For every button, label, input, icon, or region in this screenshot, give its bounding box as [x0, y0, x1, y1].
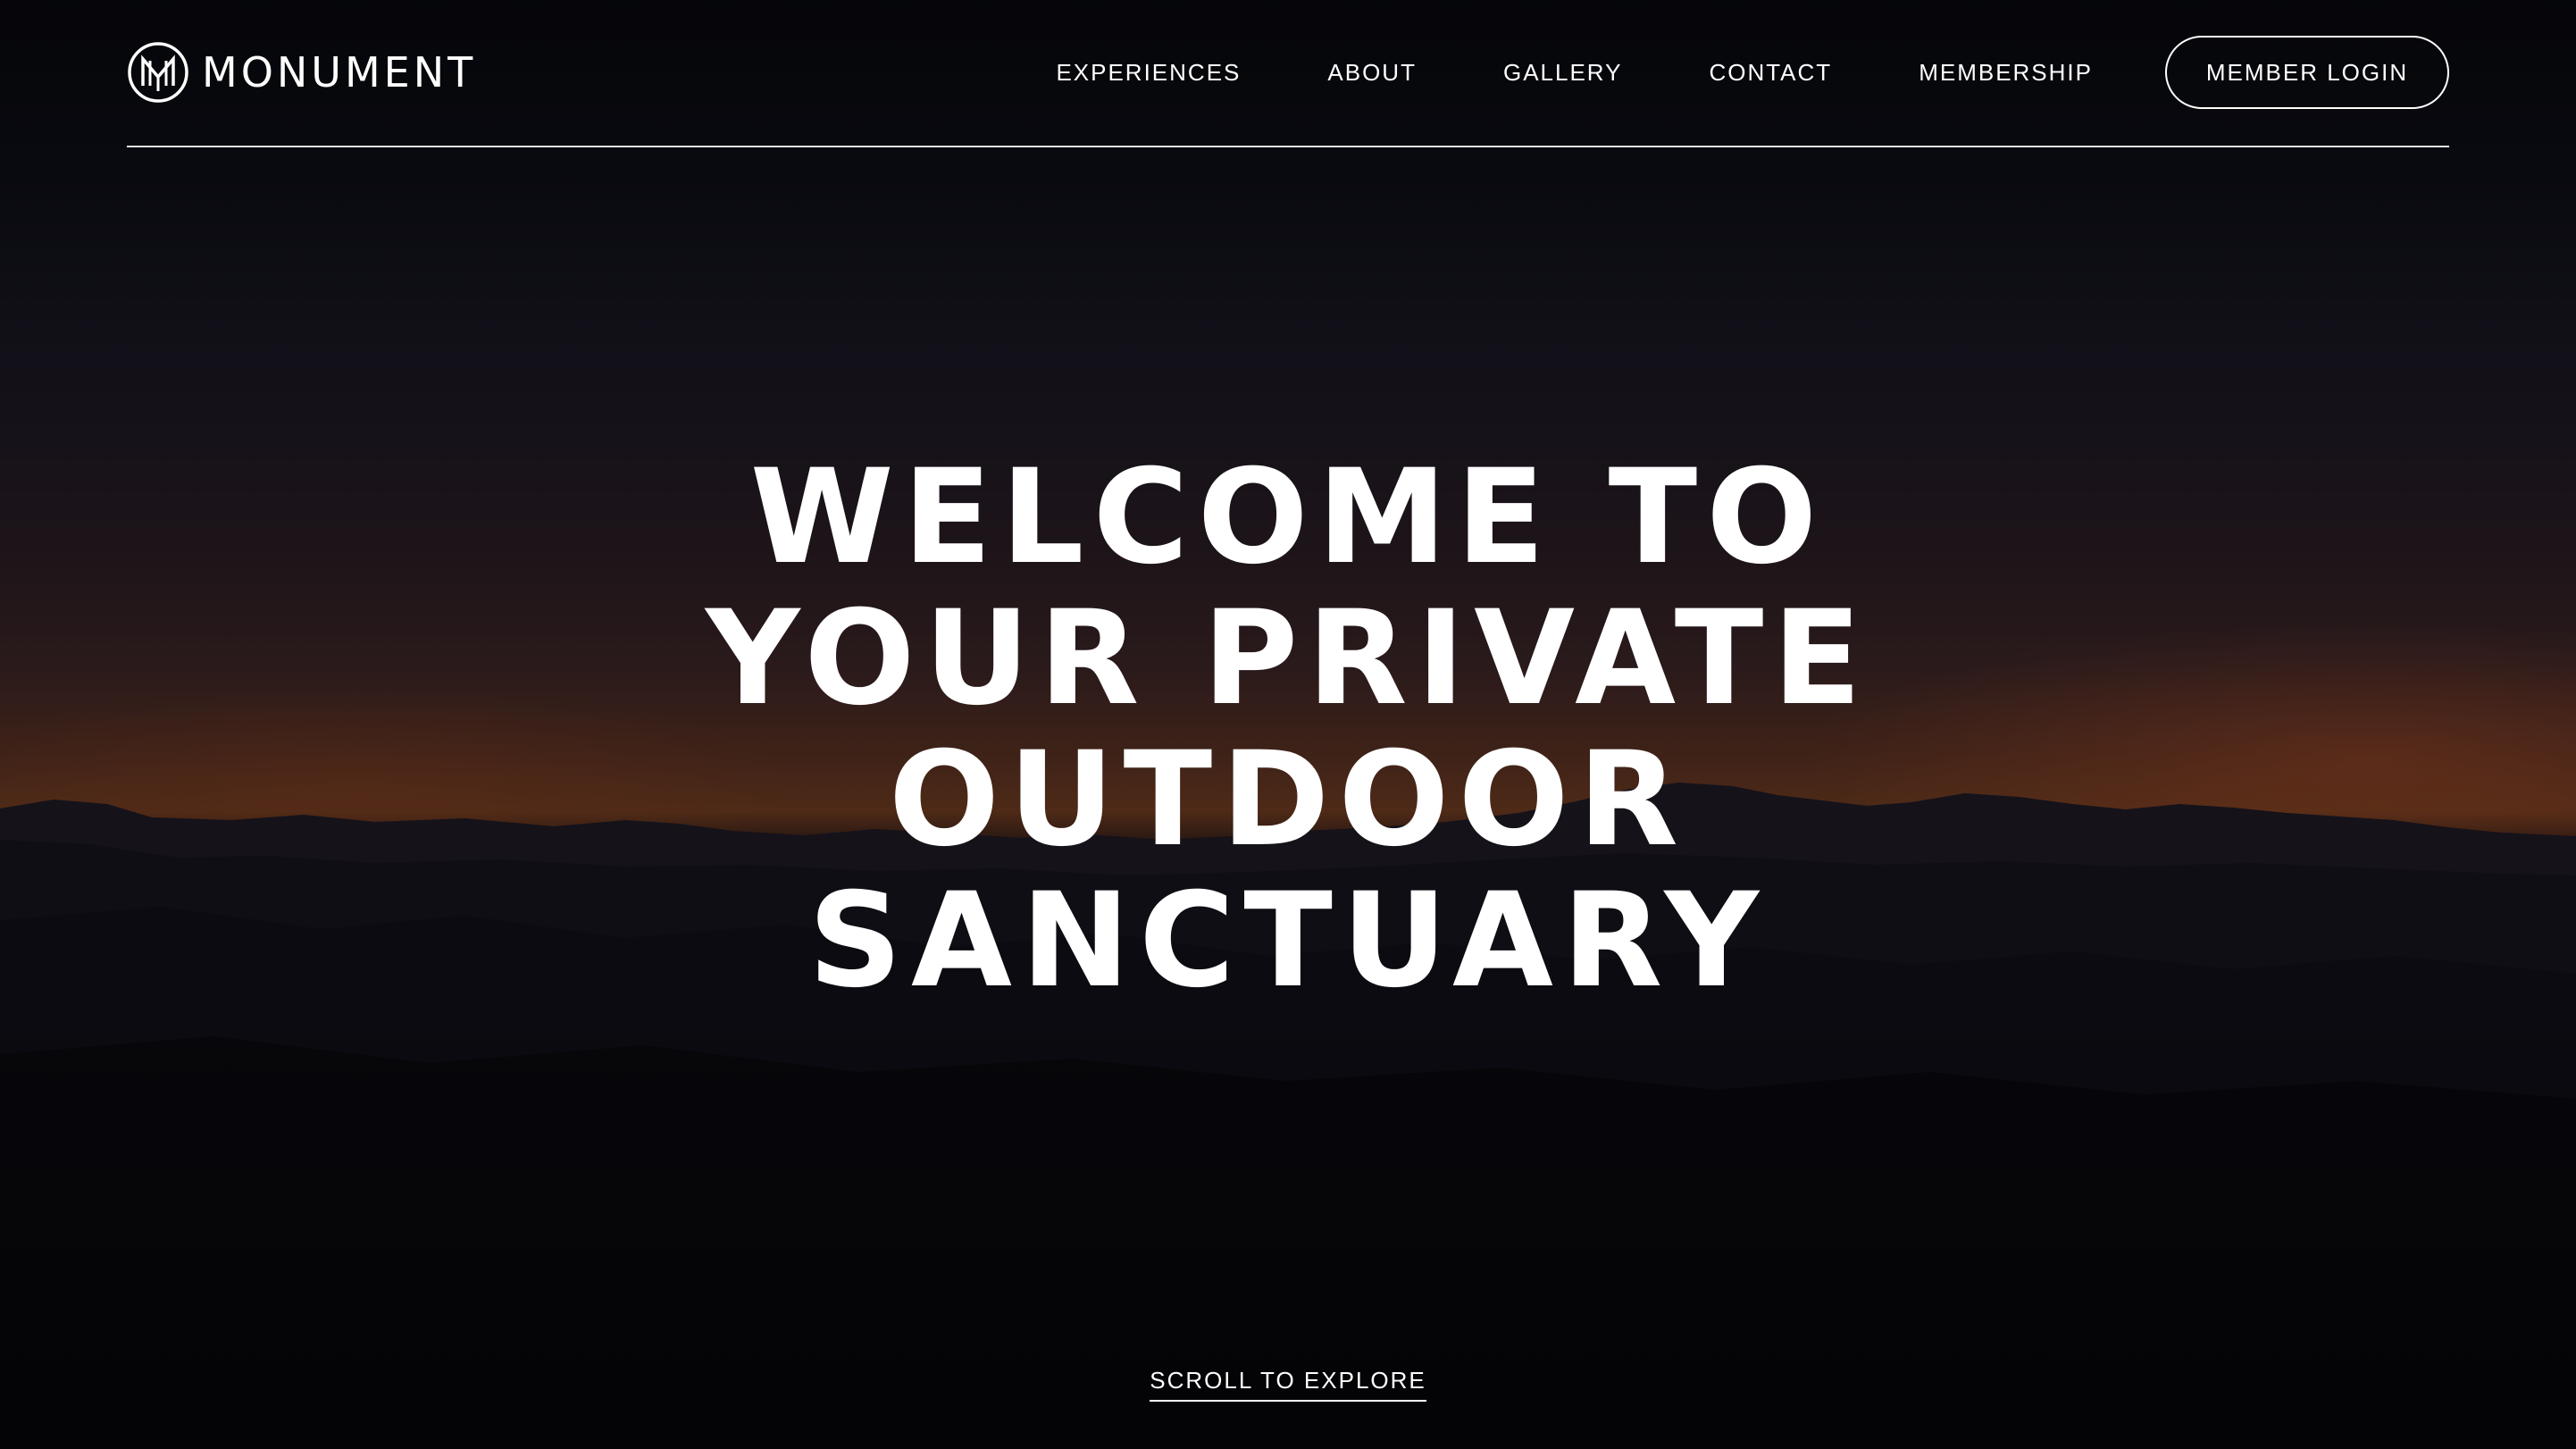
nav-item-contact[interactable]: CONTACT — [1709, 59, 1832, 87]
headline-line: WELCOME TO — [749, 441, 1827, 593]
monument-monogram-icon — [128, 42, 188, 103]
nav-item-gallery[interactable]: GALLERY — [1503, 59, 1622, 87]
headline-line: SANCTUARY — [807, 865, 1769, 1017]
scroll-to-explore: SCROLL TO EXPLORE — [0, 1367, 2576, 1402]
headline-line: YOUR PRIVATE — [705, 582, 1871, 734]
nav-item-about[interactable]: ABOUT — [1327, 59, 1417, 87]
nav-item-experiences[interactable]: EXPERIENCES — [1056, 59, 1241, 87]
headline-line: OUTDOOR — [888, 724, 1688, 875]
hero-headline: WELCOME TO YOUR PRIVATE OUTDOOR SANCTUAR… — [0, 447, 2576, 1011]
hero-section: MONUMENT EXPERIENCES ABOUT GALLERY CONTA… — [0, 0, 2576, 1449]
header-divider — [127, 146, 2449, 147]
main-nav: EXPERIENCES ABOUT GALLERY CONTACT MEMBER… — [1056, 34, 2449, 111]
nav-item-membership[interactable]: MEMBERSHIP — [1919, 59, 2093, 87]
site-header: MONUMENT EXPERIENCES ABOUT GALLERY CONTA… — [127, 34, 2449, 148]
brand-name: MONUMENT — [202, 48, 477, 96]
brand-logo[interactable]: MONUMENT — [127, 41, 476, 104]
member-login-button[interactable]: MEMBER LOGIN — [2165, 36, 2449, 109]
scroll-to-explore-link[interactable]: SCROLL TO EXPLORE — [1150, 1367, 1426, 1402]
